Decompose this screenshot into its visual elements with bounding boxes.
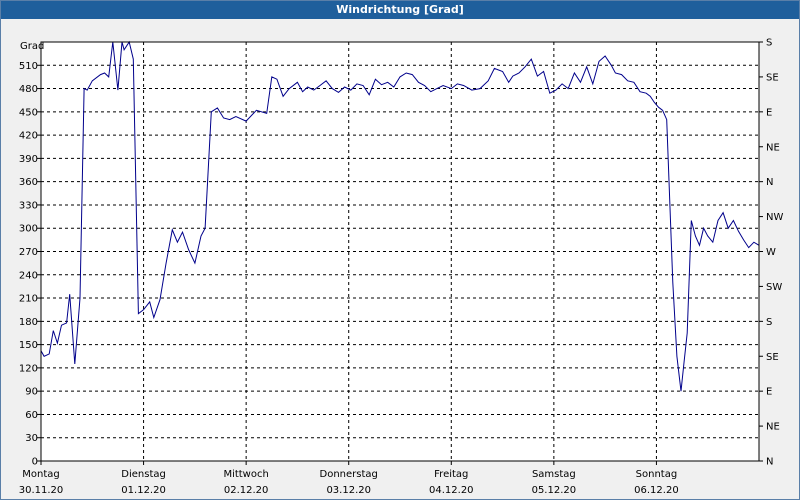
right-tick-label: SE xyxy=(766,352,779,363)
y-tick-label: 270 xyxy=(19,247,38,258)
y-tick-label: 450 xyxy=(19,107,38,118)
x-tick-day-label: Sonntag xyxy=(636,469,678,480)
y-tick-label: 330 xyxy=(19,200,38,211)
y-tick-label: 390 xyxy=(19,154,38,165)
chart-window: Windrichtung [Grad] 0 30 60 90 120 150 180 210 2… xyxy=(0,0,800,500)
right-tick-label: NE xyxy=(766,142,780,153)
right-tick-label: S xyxy=(766,38,772,49)
x-tick-day-label: Samstag xyxy=(532,469,576,480)
right-tick-label: NE xyxy=(766,422,780,433)
plot-area xyxy=(40,41,760,462)
y-tick-label: 420 xyxy=(19,131,38,142)
right-tick-label: SE xyxy=(766,72,779,83)
right-tick-label: S xyxy=(766,317,772,328)
y-tick-label: 360 xyxy=(19,177,38,188)
y-tick-label: 90 xyxy=(25,387,38,398)
y-tick-label: 210 xyxy=(19,294,38,305)
y-tick-label: 180 xyxy=(19,317,38,328)
line-chart: 0 30 60 90 120 150 180 210 240 270 300 330 360 390 420… xyxy=(19,38,784,497)
x-tick-day-label: Mittwoch xyxy=(223,469,268,480)
y-tick-label: 30 xyxy=(25,433,38,444)
y-tick-label: 300 xyxy=(19,224,38,235)
right-tick-label: W xyxy=(766,247,776,258)
right-tick-label: N xyxy=(766,177,773,188)
x-tick-date-label: 30.11.20 xyxy=(19,485,64,496)
x-tick-date-label: 05.12.20 xyxy=(532,485,577,496)
x-tick-date-label: 06.12.20 xyxy=(634,485,679,496)
x-tick-day-label: Dienstag xyxy=(121,469,166,480)
y-tick-label: 150 xyxy=(19,340,38,351)
right-tick-label: N xyxy=(766,457,773,468)
right-tick-label: SW xyxy=(766,282,782,293)
y-tick-label: 0 xyxy=(32,457,38,468)
y-tick-label: 240 xyxy=(19,270,38,281)
right-tick-label: NW xyxy=(766,212,783,223)
y-tick-label: 480 xyxy=(19,84,38,95)
y-tick-label: 510 xyxy=(19,61,38,72)
y-tick-label: 120 xyxy=(19,363,38,374)
x-tick-date-label: 04.12.20 xyxy=(429,485,474,496)
right-tick-label: E xyxy=(766,387,772,398)
x-tick-day-label: Donnerstag xyxy=(320,469,378,480)
x-tick-day-label: Montag xyxy=(22,469,59,480)
y-tick-label: 60 xyxy=(25,410,38,421)
right-tick-label: E xyxy=(766,107,772,118)
x-tick-day-label: Freitag xyxy=(434,469,468,480)
x-tick-date-label: 03.12.20 xyxy=(326,485,371,496)
x-tick-date-label: 02.12.20 xyxy=(224,485,269,496)
x-tick-date-label: 01.12.20 xyxy=(121,485,166,496)
